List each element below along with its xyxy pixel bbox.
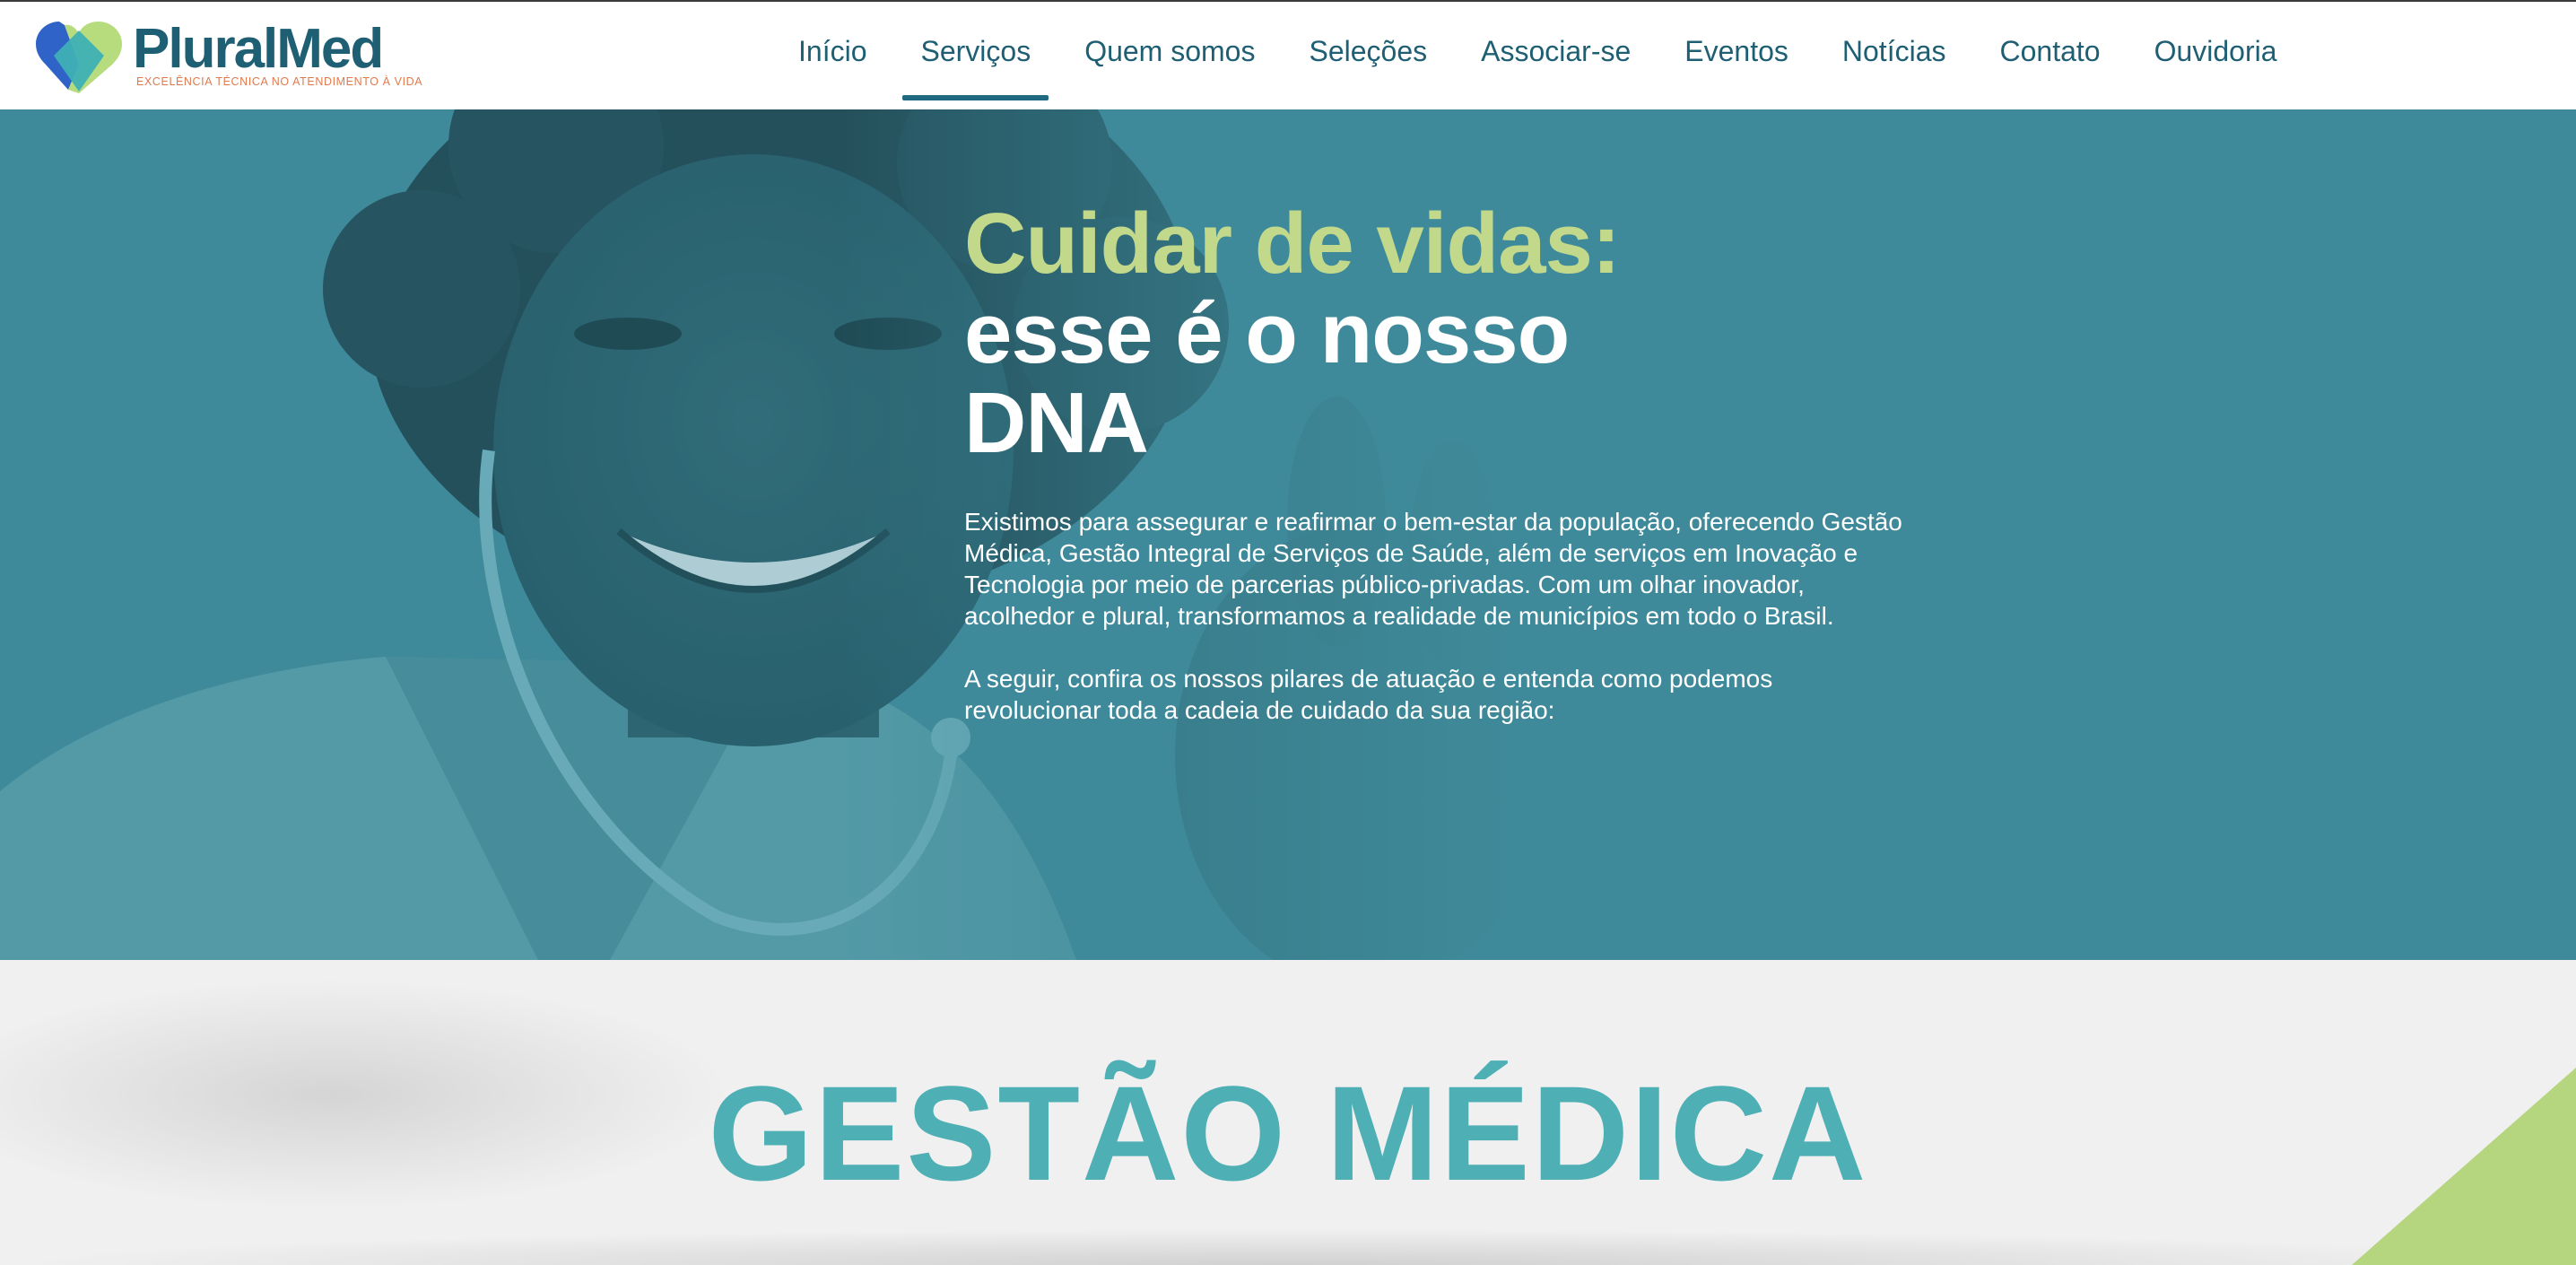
hero-title: Cuidar de vidas: esse é o nosso DNA <box>964 199 1951 468</box>
nav-item-eventos[interactable]: Eventos <box>1667 2 1806 100</box>
nav-item-servicos[interactable]: Serviços <box>902 2 1049 100</box>
section-bottom-shadow <box>0 1229 2576 1265</box>
site-header: PluralMed EXCELÊNCIA TÉCNICA NO ATENDIME… <box>0 0 2576 109</box>
nav-item-contato[interactable]: Contato <box>1981 2 2118 100</box>
hero-title-line-2: esse é o nosso <box>964 285 1570 381</box>
brand-tagline: EXCELÊNCIA TÉCNICA NO ATENDIMENTO À VIDA <box>136 75 423 88</box>
main-nav: Início Serviços Quem somos Seleções Asso… <box>780 2 2313 109</box>
hero-paragraph-1: Existimos para assegurar e reafirmar o b… <box>964 508 1902 630</box>
hero-title-line-1: Cuidar de vidas: <box>964 196 1621 292</box>
logo-link[interactable]: PluralMed EXCELÊNCIA TÉCNICA NO ATENDIME… <box>34 18 422 95</box>
section-title: GESTÃO MÉDICA <box>708 1058 1868 1208</box>
nav-item-quem-somos[interactable]: Quem somos <box>1066 2 1273 100</box>
green-corner-decoration <box>2352 1068 2576 1265</box>
brand-name: PluralMed <box>133 18 384 80</box>
nav-item-noticias[interactable]: Notícias <box>1824 2 1964 100</box>
nav-item-associar-se[interactable]: Associar-se <box>1463 2 1649 100</box>
heart-logo-icon <box>36 22 122 93</box>
hero-paragraph-2: A seguir, confira os nossos pilares de a… <box>964 665 1773 724</box>
hero-banner: Cuidar de vidas: esse é o nosso DNA Exis… <box>0 109 2576 960</box>
nav-item-ouvidoria[interactable]: Ouvidoria <box>2137 2 2295 100</box>
gestao-medica-section: GESTÃO MÉDICA <box>0 960 2576 1265</box>
nav-item-selecoes[interactable]: Seleções <box>1291 2 1445 100</box>
nav-item-inicio[interactable]: Início <box>780 2 884 100</box>
hero-title-line-3: DNA <box>964 375 1149 471</box>
hero-description: Existimos para assegurar e reafirmar o b… <box>964 506 1906 726</box>
